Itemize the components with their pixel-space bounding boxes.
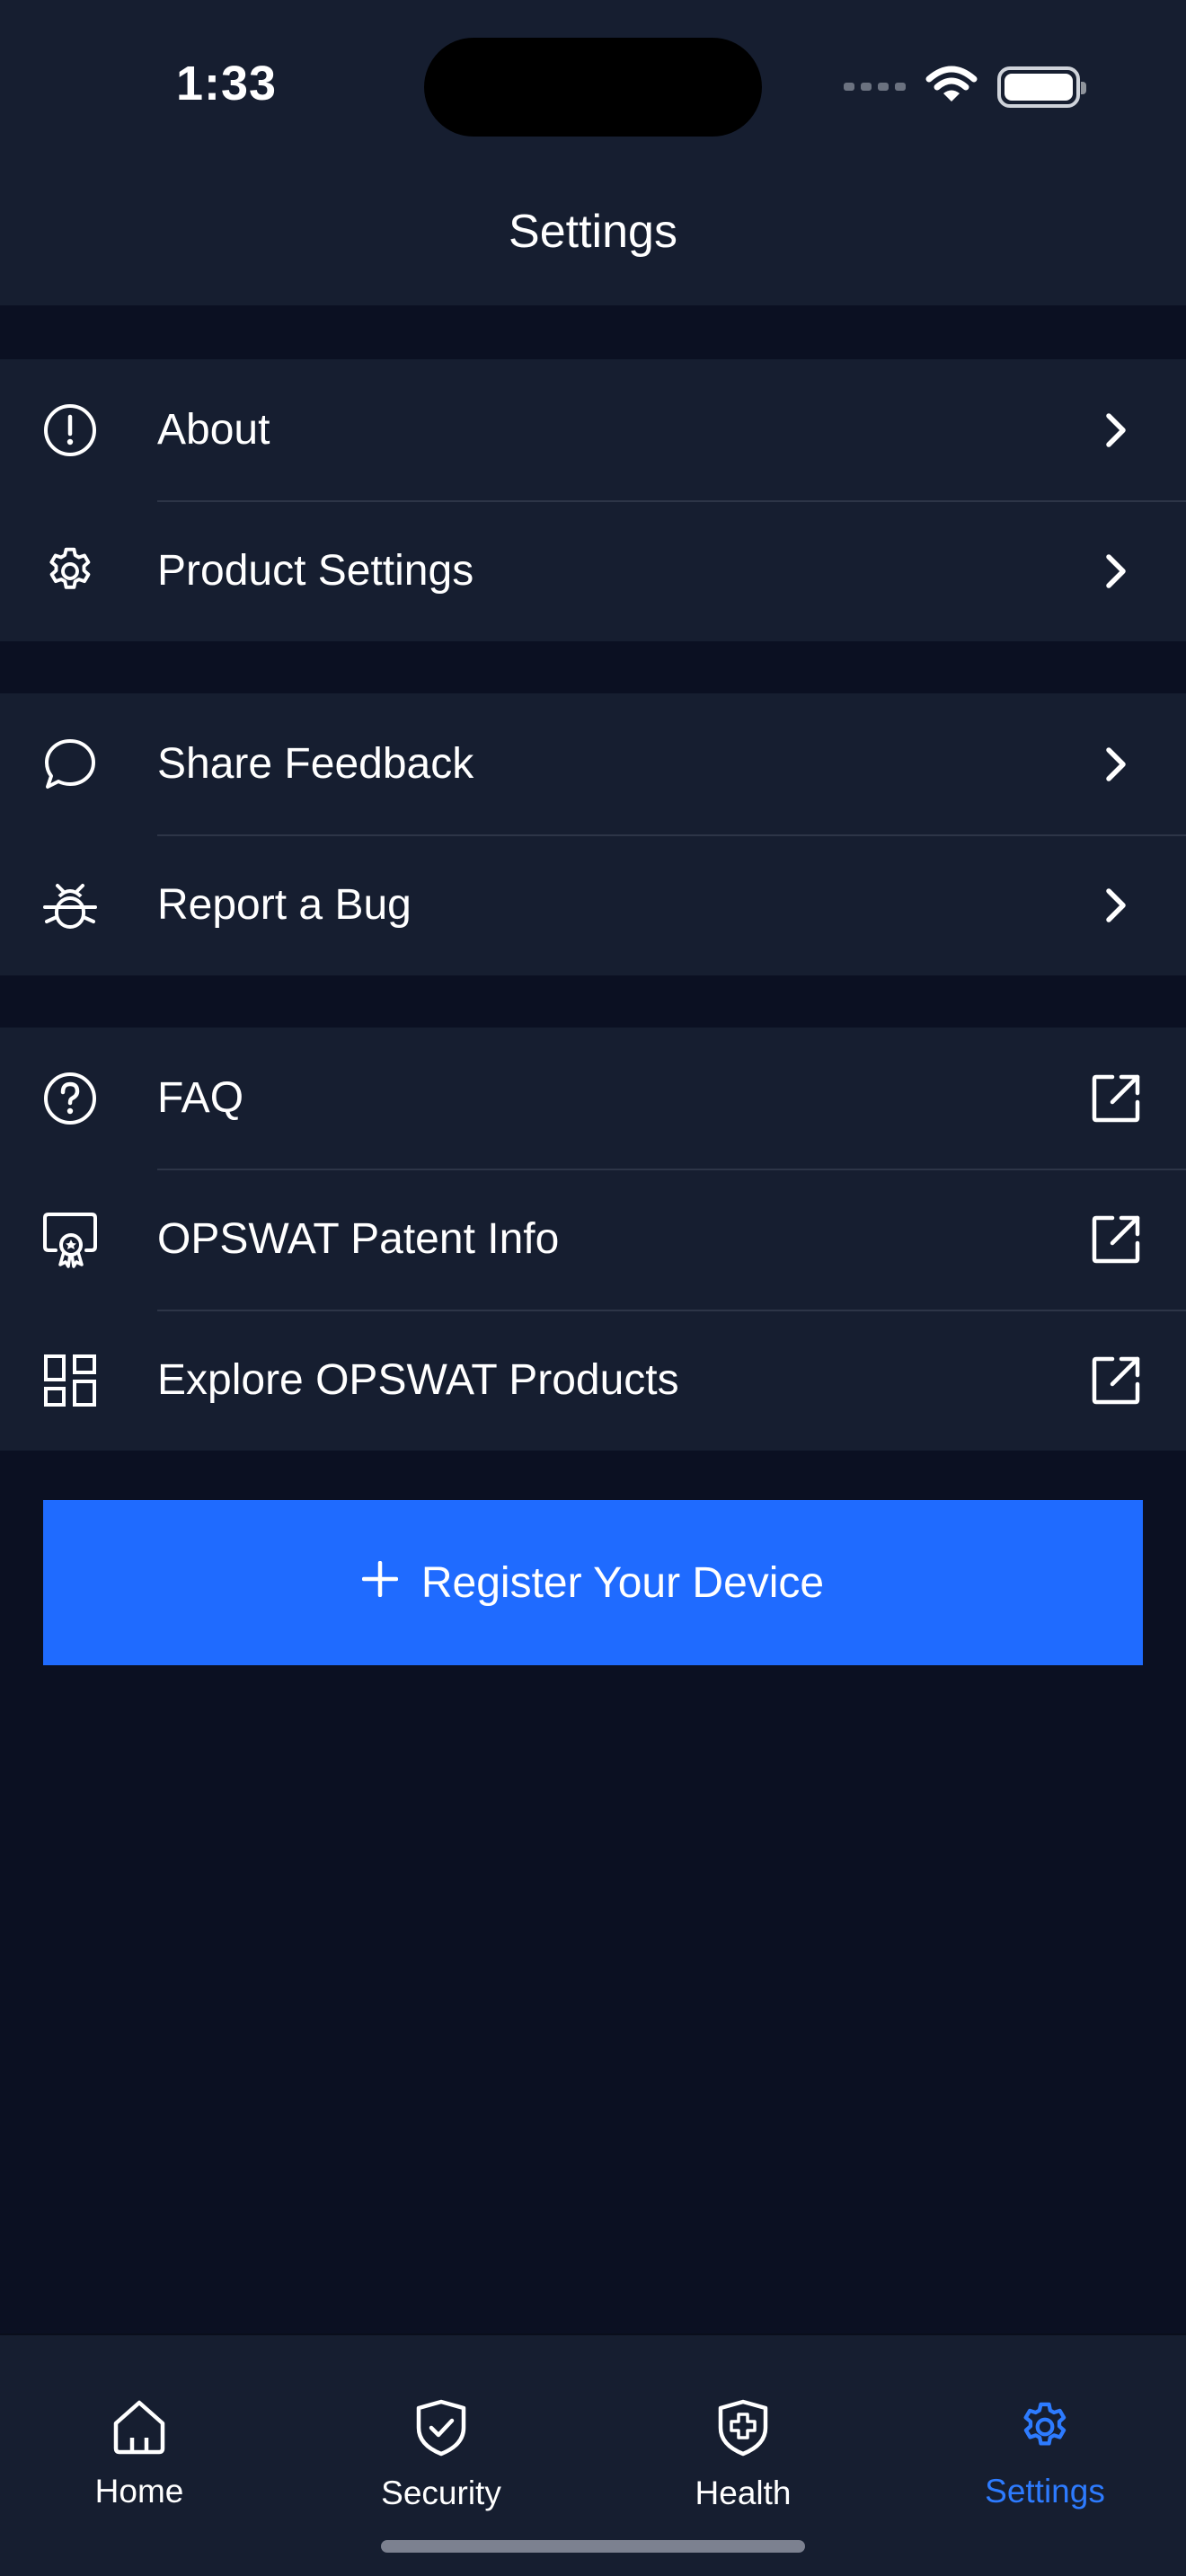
external-link-icon	[1089, 1072, 1143, 1125]
register-device-button[interactable]: Register Your Device	[43, 1500, 1143, 1665]
settings-row-share-feedback[interactable]: Share Feedback	[0, 693, 1186, 834]
chat-bubble-icon	[41, 736, 99, 793]
cellular-signal-icon	[844, 83, 906, 91]
register-device-label: Register Your Device	[420, 1558, 825, 1607]
settings-row-about[interactable]: About	[0, 359, 1186, 500]
row-label: About	[157, 406, 270, 454]
shield-plus-icon	[716, 2398, 770, 2462]
dynamic-island	[424, 38, 762, 137]
home-indicator[interactable]	[381, 2540, 805, 2553]
tab-health[interactable]: Health	[635, 2398, 851, 2512]
settings-group-general: About Product Settings	[0, 359, 1186, 641]
settings-screen: 1:33 Settings About Product Settings Sha…	[0, 0, 1186, 2576]
tab-settings[interactable]: Settings	[937, 2398, 1153, 2510]
settings-row-product-settings[interactable]: Product Settings	[0, 500, 1186, 641]
external-link-icon	[1089, 1213, 1143, 1266]
battery-icon	[997, 66, 1086, 108]
shield-check-icon	[414, 2398, 468, 2462]
top-bar: 1:33 Settings	[0, 0, 1186, 305]
row-label: Share Feedback	[157, 740, 474, 788]
settings-row-report-bug[interactable]: Report a Bug	[0, 834, 1186, 975]
wifi-icon	[925, 65, 978, 109]
tab-label: Home	[94, 2473, 184, 2510]
info-circle-icon	[41, 401, 99, 459]
row-label: Explore OPSWAT Products	[157, 1356, 679, 1404]
tab-label: Health	[695, 2475, 792, 2511]
bug-icon	[41, 877, 99, 934]
dashboard-grid-icon	[41, 1352, 99, 1409]
external-link-icon	[1089, 1354, 1143, 1407]
settings-row-faq[interactable]: FAQ	[0, 1028, 1186, 1169]
chevron-right-icon	[1091, 880, 1141, 931]
certificate-icon	[41, 1211, 99, 1268]
chevron-right-icon	[1091, 546, 1141, 596]
row-label: Product Settings	[157, 547, 474, 595]
plus-icon	[361, 1558, 399, 1608]
chevron-right-icon	[1091, 739, 1141, 790]
settings-row-patent-info[interactable]: OPSWAT Patent Info	[0, 1169, 1186, 1310]
tab-label: Security	[381, 2475, 501, 2511]
row-label: Report a Bug	[157, 881, 412, 929]
tab-security[interactable]: Security	[333, 2398, 549, 2512]
question-circle-icon	[41, 1070, 99, 1127]
page-title: Settings	[509, 206, 677, 258]
status-time: 1:33	[176, 57, 278, 110]
gear-icon	[1016, 2398, 1074, 2460]
settings-row-explore-products[interactable]: Explore OPSWAT Products	[0, 1310, 1186, 1451]
row-label: FAQ	[157, 1074, 244, 1122]
tab-label: Settings	[985, 2473, 1105, 2510]
gear-icon	[41, 543, 99, 600]
settings-group-resources: FAQ OPSWAT Patent Info Explore OPSWAT Pr…	[0, 1028, 1186, 1451]
row-label: OPSWAT Patent Info	[157, 1215, 560, 1263]
status-indicators	[844, 65, 1086, 109]
tab-home[interactable]: Home	[31, 2398, 247, 2510]
chevron-right-icon	[1091, 405, 1141, 455]
home-icon	[109, 2398, 170, 2460]
settings-group-feedback: Share Feedback Report a Bug	[0, 693, 1186, 975]
